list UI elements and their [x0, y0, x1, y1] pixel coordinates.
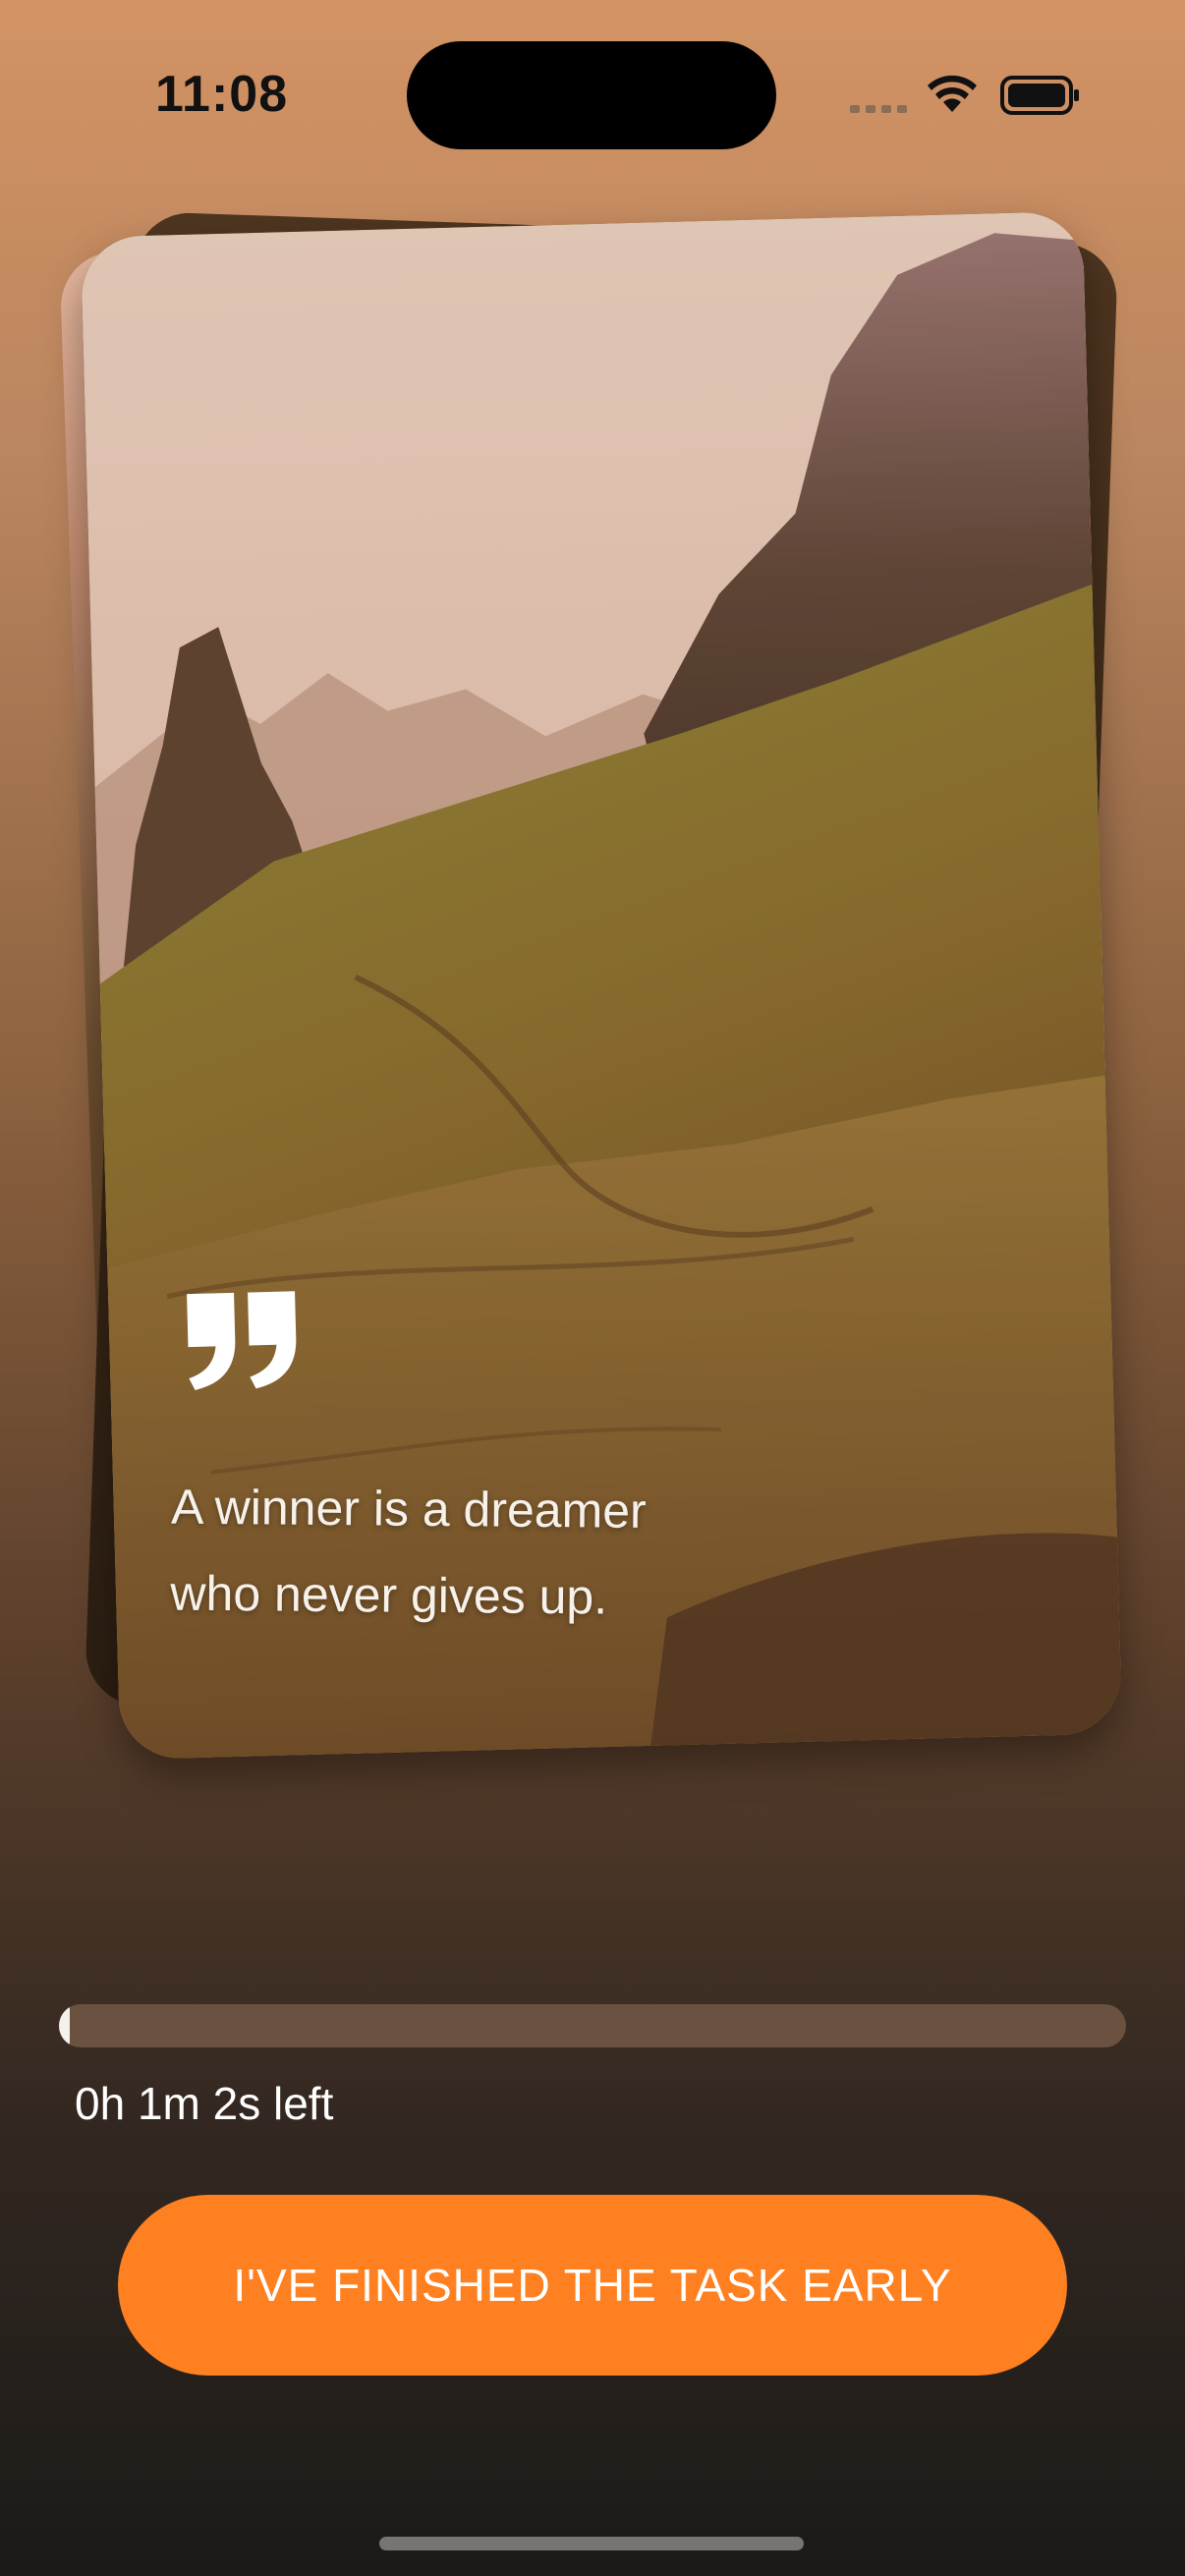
quote-line: who never gives up. [170, 1565, 608, 1625]
quote-card-stack[interactable]: A winner is a dreamer who never gives up… [0, 0, 1185, 1867]
quote-mark-icon [187, 1291, 297, 1390]
finish-task-early-button[interactable]: I'VE FINISHED THE TASK EARLY [118, 2195, 1067, 2376]
time-left-label: 0h 1m 2s left [75, 2078, 334, 2129]
progress-fill [59, 2004, 70, 2047]
quote-card[interactable]: A winner is a dreamer who never gives up… [80, 210, 1123, 1761]
quote-text: A winner is a dreamer who never gives up… [170, 1464, 860, 1643]
quote-line: A winner is a dreamer [170, 1479, 647, 1539]
home-indicator[interactable] [379, 2537, 804, 2550]
progress-bar [59, 2004, 1126, 2047]
